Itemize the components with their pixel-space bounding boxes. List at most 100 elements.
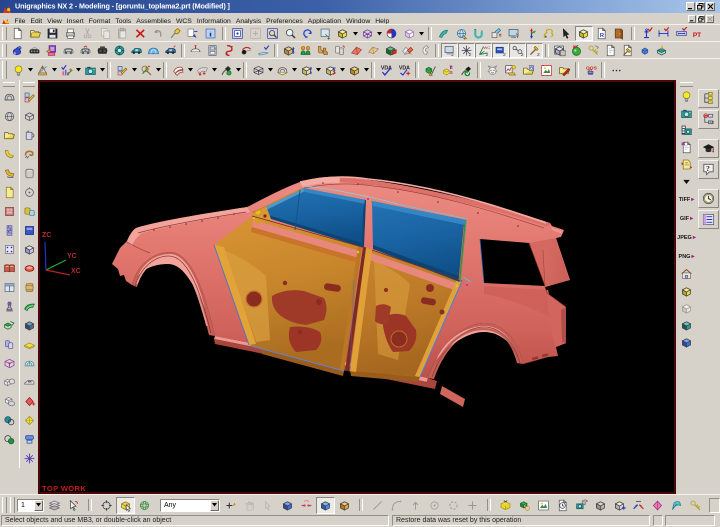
pairpencil-button[interactable] bbox=[113, 61, 131, 80]
info-button[interactable] bbox=[202, 26, 220, 41]
zoomg-button[interactable] bbox=[247, 26, 265, 41]
graphics-viewport[interactable]: ZC YC XC TOP WORK bbox=[38, 80, 676, 494]
globe-button[interactable] bbox=[1, 107, 18, 126]
tealcar2-button[interactable] bbox=[162, 43, 179, 58]
ddarrow-button[interactable] bbox=[678, 173, 695, 190]
cubefade-button[interactable] bbox=[678, 300, 695, 317]
qbubble-button[interactable]: ? bbox=[698, 160, 719, 179]
greenppl-button[interactable] bbox=[297, 43, 314, 58]
fridge-button[interactable] bbox=[204, 43, 221, 58]
cubeyellow-dropdown[interactable] bbox=[352, 26, 359, 41]
qos-button[interactable]: QOS bbox=[581, 61, 599, 80]
anchorcheck-button[interactable] bbox=[638, 26, 656, 41]
circledot-button[interactable] bbox=[21, 183, 38, 202]
purplebadge-button[interactable] bbox=[43, 43, 60, 58]
cylpair-button[interactable] bbox=[331, 43, 348, 58]
zoomrect-button[interactable] bbox=[264, 26, 282, 41]
brushdd-button[interactable] bbox=[217, 61, 235, 80]
cubepointer-button[interactable] bbox=[116, 497, 135, 514]
treenode-button[interactable] bbox=[698, 89, 719, 108]
dotsgrid-button[interactable] bbox=[1, 240, 18, 259]
bluedome-button[interactable] bbox=[145, 43, 162, 58]
toolbar-grip[interactable] bbox=[680, 82, 693, 87]
chartfolder-button[interactable] bbox=[501, 61, 519, 80]
brushgreen-button[interactable] bbox=[457, 61, 475, 80]
restore-button[interactable] bbox=[696, 2, 705, 11]
board-button[interactable] bbox=[33, 61, 51, 80]
pagearr-button[interactable] bbox=[678, 156, 695, 173]
slash-button[interactable] bbox=[368, 497, 387, 514]
reddiamond-button[interactable] bbox=[21, 392, 38, 411]
uparrow-button[interactable] bbox=[406, 497, 425, 514]
whitecubes-button[interactable] bbox=[1, 373, 18, 392]
screenbox-button[interactable] bbox=[505, 26, 523, 41]
whitepage-button[interactable] bbox=[602, 43, 619, 58]
toolbar-grip[interactable] bbox=[23, 82, 36, 87]
keymag-button[interactable] bbox=[137, 61, 155, 80]
toolbar-grip[interactable] bbox=[3, 82, 16, 87]
whitecar-button[interactable] bbox=[60, 43, 77, 58]
keymag-dropdown[interactable] bbox=[155, 63, 161, 78]
cubewhite-dropdown[interactable] bbox=[418, 26, 425, 41]
globeteal-button[interactable] bbox=[453, 26, 471, 41]
export-tiff-button[interactable]: TIFF▸ bbox=[679, 190, 695, 209]
cyanfan-button[interactable] bbox=[667, 497, 686, 514]
folderb-button[interactable]: B bbox=[519, 61, 537, 80]
cube3-button[interactable] bbox=[21, 240, 38, 259]
wcsaxes-button[interactable]: WCS2 bbox=[475, 43, 492, 58]
keyicon-button[interactable] bbox=[686, 497, 705, 514]
lasso-button[interactable] bbox=[540, 26, 558, 41]
cylpair2-button[interactable] bbox=[1, 335, 18, 354]
graycube-button[interactable] bbox=[591, 497, 610, 514]
swooshteal-button[interactable] bbox=[435, 26, 453, 41]
stamp-button[interactable] bbox=[1, 297, 18, 316]
cubeplus-button[interactable] bbox=[610, 497, 629, 514]
window-button[interactable] bbox=[1, 278, 18, 297]
cylinder-button[interactable] bbox=[21, 164, 38, 183]
ballrb-button[interactable] bbox=[383, 26, 401, 41]
minimize-button[interactable] bbox=[686, 2, 695, 11]
mdi-minimize-button[interactable] bbox=[688, 15, 696, 23]
arrowg-button[interactable] bbox=[259, 497, 278, 514]
cubelink-button[interactable] bbox=[515, 497, 534, 514]
selection-filter-arrow[interactable] bbox=[210, 500, 219, 511]
moto-button[interactable] bbox=[9, 43, 26, 58]
orangecube-button[interactable] bbox=[335, 497, 354, 514]
clockpage-button[interactable] bbox=[553, 497, 572, 514]
undo-button[interactable] bbox=[149, 26, 167, 41]
fitview-button[interactable] bbox=[229, 26, 247, 41]
gradcap-button[interactable] bbox=[698, 139, 719, 158]
cubewire2-button[interactable] bbox=[249, 61, 267, 80]
circlesline-button[interactable]: 2 bbox=[509, 43, 526, 58]
redoval-button[interactable] bbox=[21, 259, 38, 278]
crosshair-button[interactable] bbox=[97, 497, 116, 514]
wand-button[interactable]: 2 bbox=[526, 43, 543, 58]
cursor-button[interactable] bbox=[64, 497, 83, 514]
cubees-button[interactable]: ES bbox=[439, 61, 457, 80]
pinkdiamond-button[interactable] bbox=[648, 497, 667, 514]
clipx-button[interactable] bbox=[678, 139, 695, 156]
layer-combo-arrow[interactable] bbox=[34, 500, 43, 511]
redarrows-button[interactable] bbox=[297, 497, 316, 514]
greenstack-button[interactable] bbox=[382, 43, 399, 58]
vdacheck-button[interactable]: VDA bbox=[377, 61, 395, 80]
tealcar-button[interactable] bbox=[128, 43, 145, 58]
plusstar-button[interactable]: 2 bbox=[458, 43, 475, 58]
checkchart-button[interactable] bbox=[57, 61, 75, 80]
foldery-button[interactable] bbox=[1, 126, 18, 145]
yellowchest-button[interactable] bbox=[496, 497, 515, 514]
venn1-button[interactable] bbox=[1, 411, 18, 430]
yellowplate-button[interactable] bbox=[21, 335, 38, 354]
cubewire-button[interactable] bbox=[359, 26, 377, 41]
engine-button[interactable] bbox=[94, 43, 111, 58]
print-button[interactable] bbox=[62, 26, 80, 41]
claw-button[interactable] bbox=[21, 145, 38, 164]
save-button[interactable] bbox=[44, 26, 62, 41]
dots-button[interactable] bbox=[607, 61, 625, 80]
tealwheel-button[interactable] bbox=[111, 43, 128, 58]
yellowdiamond-button[interactable] bbox=[21, 411, 38, 430]
sheets-button[interactable] bbox=[169, 61, 187, 80]
pipeteal-button[interactable] bbox=[470, 26, 488, 41]
wireglobe-button[interactable] bbox=[135, 497, 154, 514]
ballcurve-button[interactable] bbox=[238, 43, 255, 58]
